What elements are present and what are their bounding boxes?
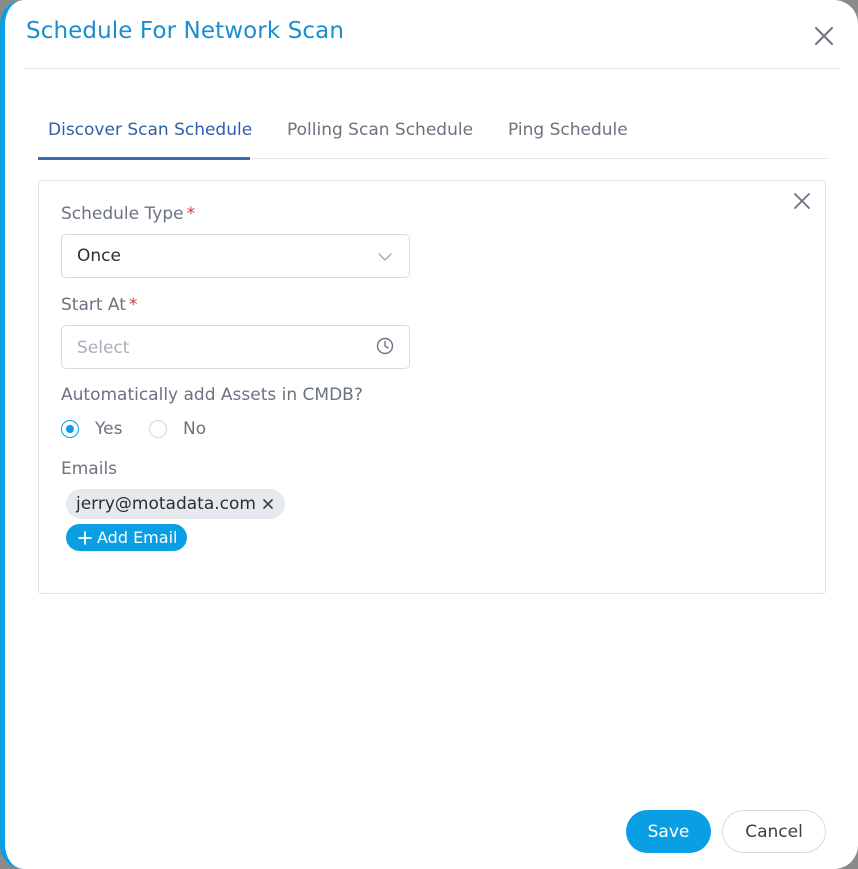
remove-email-icon[interactable]: [261, 497, 275, 511]
schedule-card: Schedule Type * Once Start At * Select Aut…: [38, 180, 826, 594]
header-divider: [25, 68, 839, 69]
radio-circle-checked[interactable]: [61, 420, 79, 438]
tab-label: Polling Scan Schedule: [287, 120, 474, 140]
schedule-type-select[interactable]: Once: [61, 234, 410, 278]
active-tab-indicator: [38, 157, 250, 160]
radio-yes-label: Yes: [95, 419, 123, 439]
tab-discover-scan-schedule[interactable]: Discover Scan Schedule: [48, 120, 252, 140]
add-email-label: Add Email: [97, 528, 178, 547]
start-at-label-text: Start At: [61, 295, 126, 315]
radio-no-label: No: [183, 419, 207, 439]
tab-label: Discover Scan Schedule: [48, 120, 253, 140]
radio-yes[interactable]: Yes: [61, 417, 122, 441]
start-at-picker[interactable]: Select: [61, 325, 410, 369]
add-email-button[interactable]: Add Email: [66, 524, 188, 551]
required-mark: *: [128, 295, 138, 315]
radio-circle[interactable]: [149, 420, 167, 438]
chevron-down-icon: [378, 253, 392, 261]
dialog-title: Schedule For Network Scan: [26, 18, 345, 44]
schedule-tabs: Discover Scan Schedule Polling Scan Sche…: [38, 110, 828, 160]
tab-polling-scan-schedule[interactable]: Polling Scan Schedule: [287, 120, 473, 140]
required-mark: *: [186, 204, 196, 224]
radio-no[interactable]: No: [149, 417, 206, 441]
plus-icon: [78, 530, 92, 545]
save-button[interactable]: Save: [626, 810, 711, 853]
tab-label: Ping Schedule: [508, 120, 628, 140]
email-chip: jerry@motadata.com: [66, 489, 285, 519]
remove-schedule-button[interactable]: [791, 190, 813, 212]
start-at-placeholder: Select: [77, 338, 130, 358]
schedule-dialog: Schedule For Network Scan Discover Scan …: [0, 0, 858, 869]
email-chip-text: jerry@motadata.com: [76, 494, 256, 514]
clock-icon: [376, 337, 394, 355]
tab-ping-schedule[interactable]: Ping Schedule: [508, 120, 628, 140]
auto-add-assets-label: Automatically add Assets in CMDB?: [61, 385, 363, 405]
schedule-type-value: Once: [77, 246, 121, 266]
cancel-button[interactable]: Cancel: [722, 810, 826, 853]
schedule-type-label-text: Schedule Type: [61, 204, 184, 224]
start-at-label: Start At *: [61, 295, 137, 315]
emails-label: Emails: [61, 459, 118, 479]
close-icon: [815, 27, 833, 45]
close-dialog-button[interactable]: [811, 23, 837, 49]
schedule-type-label: Schedule Type *: [61, 204, 195, 224]
close-icon: [794, 193, 810, 209]
